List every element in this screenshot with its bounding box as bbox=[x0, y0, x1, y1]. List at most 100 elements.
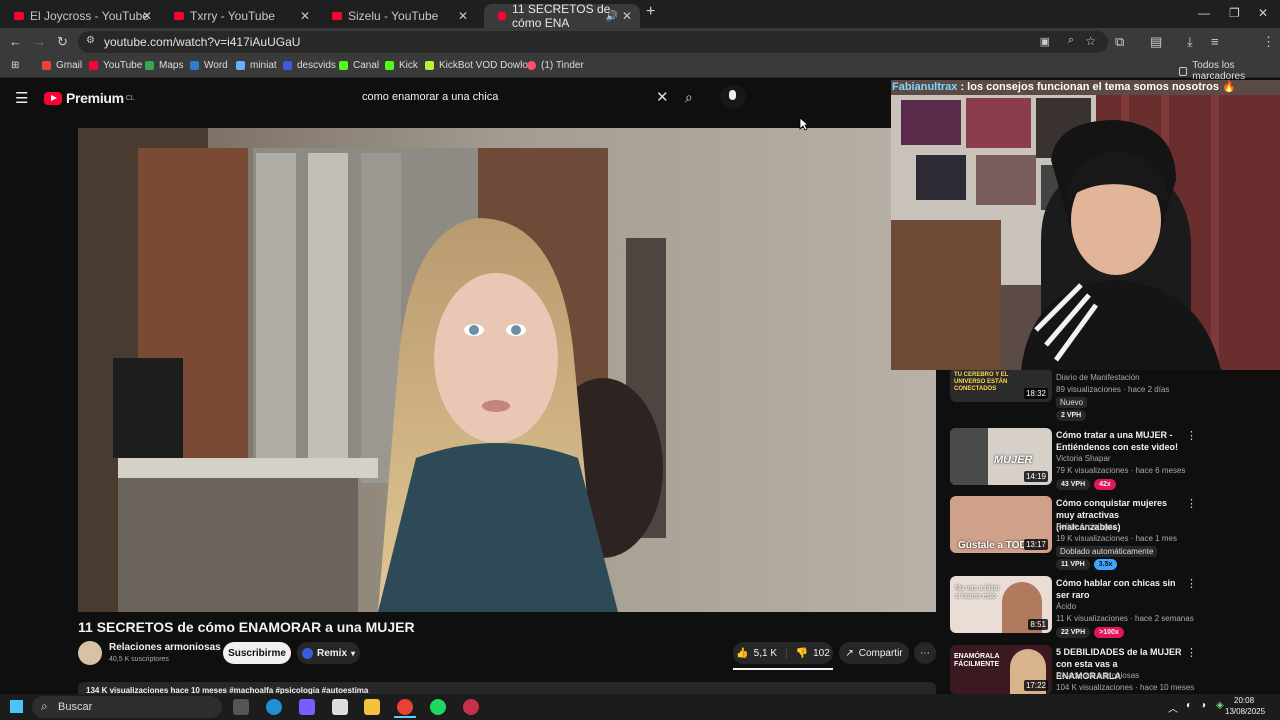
edge-icon[interactable] bbox=[266, 699, 282, 715]
like-icon[interactable]: 👍 bbox=[736, 648, 748, 659]
sidepanel-icon[interactable]: ▤ bbox=[1150, 34, 1162, 50]
video-thumbnail[interactable]: ENAMÓRALA FÁCILMENTE 17:22 bbox=[950, 645, 1052, 694]
security-icon[interactable]: ◈ bbox=[1216, 700, 1224, 711]
clock-time[interactable]: 20:08 bbox=[1234, 696, 1254, 705]
bookmark-word[interactable]: Word bbox=[190, 60, 228, 71]
store-icon[interactable] bbox=[332, 699, 348, 715]
bookmark-star-icon[interactable]: ☆ bbox=[1085, 34, 1096, 48]
spotify-icon[interactable] bbox=[430, 699, 446, 715]
recommendation-title[interactable]: Cómo hablar con chicas sin ser raro bbox=[1056, 577, 1182, 601]
tab-close-icon[interactable]: ✕ bbox=[300, 9, 310, 23]
like-count[interactable]: 5,1 K bbox=[754, 648, 777, 659]
search-box[interactable]: como enamorar a una chica ✕ bbox=[352, 85, 678, 109]
bookmark-kick[interactable]: Kick bbox=[385, 60, 418, 71]
subscribe-button[interactable]: Suscribirme bbox=[223, 642, 291, 664]
search-icon[interactable]: ⌕ bbox=[685, 89, 693, 106]
extensions-icon[interactable]: ⧉ bbox=[1115, 34, 1124, 50]
bookmark-gmail[interactable]: Gmail bbox=[42, 60, 82, 71]
tray-chevron-icon[interactable]: ︿ bbox=[1168, 700, 1178, 715]
all-bookmarks[interactable]: Todos los marcadores bbox=[1179, 60, 1280, 82]
cast-icon[interactable]: ▣ bbox=[1040, 35, 1050, 48]
bookmark-label: Word bbox=[204, 60, 228, 71]
file-explorer-icon[interactable] bbox=[364, 699, 380, 715]
more-options-icon[interactable]: ⋮ bbox=[1186, 577, 1197, 590]
description-box[interactable]: 134 K visualizaciones hace 10 meses #mac… bbox=[78, 682, 936, 694]
bookmark-kickbot[interactable]: KickBot VOD Dowlo... bbox=[425, 60, 536, 71]
window-close-icon[interactable]: ✕ bbox=[1258, 6, 1268, 20]
download-icon[interactable]: ⤓ bbox=[1187, 34, 1193, 50]
bookmark-youtube[interactable]: YouTube bbox=[89, 60, 142, 71]
channel-name[interactable]: Relaciones armoniosas bbox=[109, 642, 221, 653]
chrome-icon[interactable] bbox=[397, 699, 413, 715]
recommendation-item[interactable]: Gústale a TODAS 13:17 Cómo conquistar mu… bbox=[950, 496, 1270, 570]
video-thumbnail[interactable]: No vas a fallar si haces esto 8:51 bbox=[950, 576, 1052, 633]
tab-el-joycross[interactable]: El Joycross - YouTube ✕ bbox=[0, 4, 160, 28]
tab-close-icon[interactable]: ✕ bbox=[622, 9, 632, 23]
recommendation-channel[interactable]: Felipe Arciniegas bbox=[1056, 522, 1117, 531]
forward-icon[interactable]: → bbox=[33, 34, 46, 49]
windows-start-icon[interactable] bbox=[10, 700, 23, 713]
tab-label: El Joycross - YouTube bbox=[30, 9, 149, 23]
clock-date[interactable]: 13/08/2025 bbox=[1225, 707, 1265, 716]
vph-badge: 2 VPH bbox=[1056, 410, 1087, 421]
dislike-count[interactable]: 102 bbox=[813, 648, 830, 659]
bookmark-canal[interactable]: Canal bbox=[339, 60, 379, 71]
recommendation-item[interactable]: No vas a fallar si haces esto 8:51 Cómo … bbox=[950, 576, 1270, 638]
share-button[interactable]: ↗ Compartir bbox=[839, 642, 909, 664]
more-options-icon[interactable]: ⋮ bbox=[1186, 497, 1197, 510]
bookmark-miniat[interactable]: miniat bbox=[236, 60, 277, 71]
tab-close-icon[interactable]: ✕ bbox=[142, 9, 152, 23]
video-player[interactable] bbox=[78, 128, 936, 612]
new-tab-icon[interactable]: + bbox=[646, 3, 655, 21]
media-icon[interactable]: ≡ bbox=[1211, 34, 1219, 49]
video-thumbnail[interactable]: TU CEREBRO Y EL UNIVERSO ESTÁN CONECTADO… bbox=[950, 368, 1052, 402]
microphone-icon bbox=[729, 90, 736, 100]
more-options-icon[interactable]: ⋮ bbox=[1186, 429, 1197, 442]
back-icon[interactable]: ← bbox=[9, 34, 22, 49]
multiplier-badge: 42x bbox=[1094, 479, 1116, 490]
channel-avatar[interactable] bbox=[78, 641, 102, 665]
remix-button[interactable]: Remix ▾ bbox=[297, 642, 360, 664]
recommendation-item[interactable]: TU CEREBRO Y EL UNIVERSO ESTÁN CONECTADO… bbox=[950, 368, 1270, 421]
obs-icon[interactable] bbox=[463, 699, 479, 715]
clear-search-icon[interactable]: ✕ bbox=[656, 88, 669, 106]
recommendation-item[interactable]: MUJER 14:19 Cómo tratar a una MUJER - En… bbox=[950, 428, 1270, 490]
copilot-icon[interactable] bbox=[299, 699, 315, 715]
recommendation-item[interactable]: ENAMÓRALA FÁCILMENTE 17:22 5 DEBILIDADES… bbox=[950, 645, 1270, 694]
menu-icon[interactable]: ⋮ bbox=[1262, 34, 1275, 50]
recommendation-title[interactable]: Cómo tratar a una MUJER - Entiéndenos co… bbox=[1056, 429, 1182, 453]
tab-sizelu[interactable]: Sizelu - YouTube ✕ bbox=[318, 4, 476, 28]
tab-current-video[interactable]: 11 SECRETOS de cómo ENA 🔊 ✕ bbox=[484, 2, 640, 30]
url-text[interactable]: youtube.com/watch?v=i417iAuUGaU bbox=[104, 35, 300, 49]
recommendation-channel[interactable]: Ácido bbox=[1056, 602, 1076, 611]
task-view-icon[interactable] bbox=[233, 699, 249, 715]
audio-playing-icon[interactable]: 🔊 bbox=[606, 11, 618, 22]
tab-close-icon[interactable]: ✕ bbox=[458, 9, 468, 23]
bookmark-tinder[interactable]: (1) Tinder bbox=[527, 60, 584, 71]
restore-icon[interactable]: ❐ bbox=[1229, 6, 1240, 20]
volume-icon[interactable]: ◑ bbox=[1200, 700, 1206, 711]
zoom-icon[interactable]: ⌕ bbox=[1068, 34, 1074, 47]
video-thumbnail[interactable]: Gústale a TODAS 13:17 bbox=[950, 496, 1052, 553]
recommendation-channel[interactable]: Diario de Manifestación bbox=[1056, 373, 1140, 382]
bookmark-maps[interactable]: Maps bbox=[145, 60, 183, 71]
network-icon[interactable]: ◐ bbox=[1186, 700, 1192, 711]
recommendation-channel[interactable]: Victoria Shapar bbox=[1056, 454, 1111, 463]
more-actions-button[interactable]: ⋯ bbox=[914, 642, 936, 664]
bookmark-descvids[interactable]: descvids bbox=[283, 60, 336, 71]
youtube-logo[interactable]: Premium CL bbox=[44, 90, 135, 106]
tab-txrry[interactable]: Txrry - YouTube ✕ bbox=[160, 4, 318, 28]
apps-icon[interactable]: ⊞ bbox=[11, 60, 19, 71]
youtube-favicon-icon bbox=[174, 12, 184, 20]
dislike-icon[interactable]: 👎 bbox=[796, 648, 808, 659]
recommendation-channel[interactable]: Relaciones armoniosas bbox=[1056, 671, 1139, 680]
more-options-icon[interactable]: ⋮ bbox=[1186, 646, 1197, 659]
minimize-icon[interactable]: — bbox=[1198, 6, 1210, 20]
reload-icon[interactable]: ↻ bbox=[57, 34, 68, 50]
address-bar[interactable]: ⚙ youtube.com/watch?v=i417iAuUGaU ▣ ⌕ ☆ bbox=[78, 31, 1108, 53]
search-input[interactable]: como enamorar a una chica bbox=[362, 91, 498, 103]
video-thumbnail[interactable]: MUJER 14:19 bbox=[950, 428, 1052, 485]
site-info-icon[interactable]: ⚙ bbox=[86, 35, 95, 46]
hamburger-menu-icon[interactable]: ☰ bbox=[15, 89, 28, 107]
taskbar-search[interactable]: ⌕ Buscar bbox=[32, 696, 222, 718]
